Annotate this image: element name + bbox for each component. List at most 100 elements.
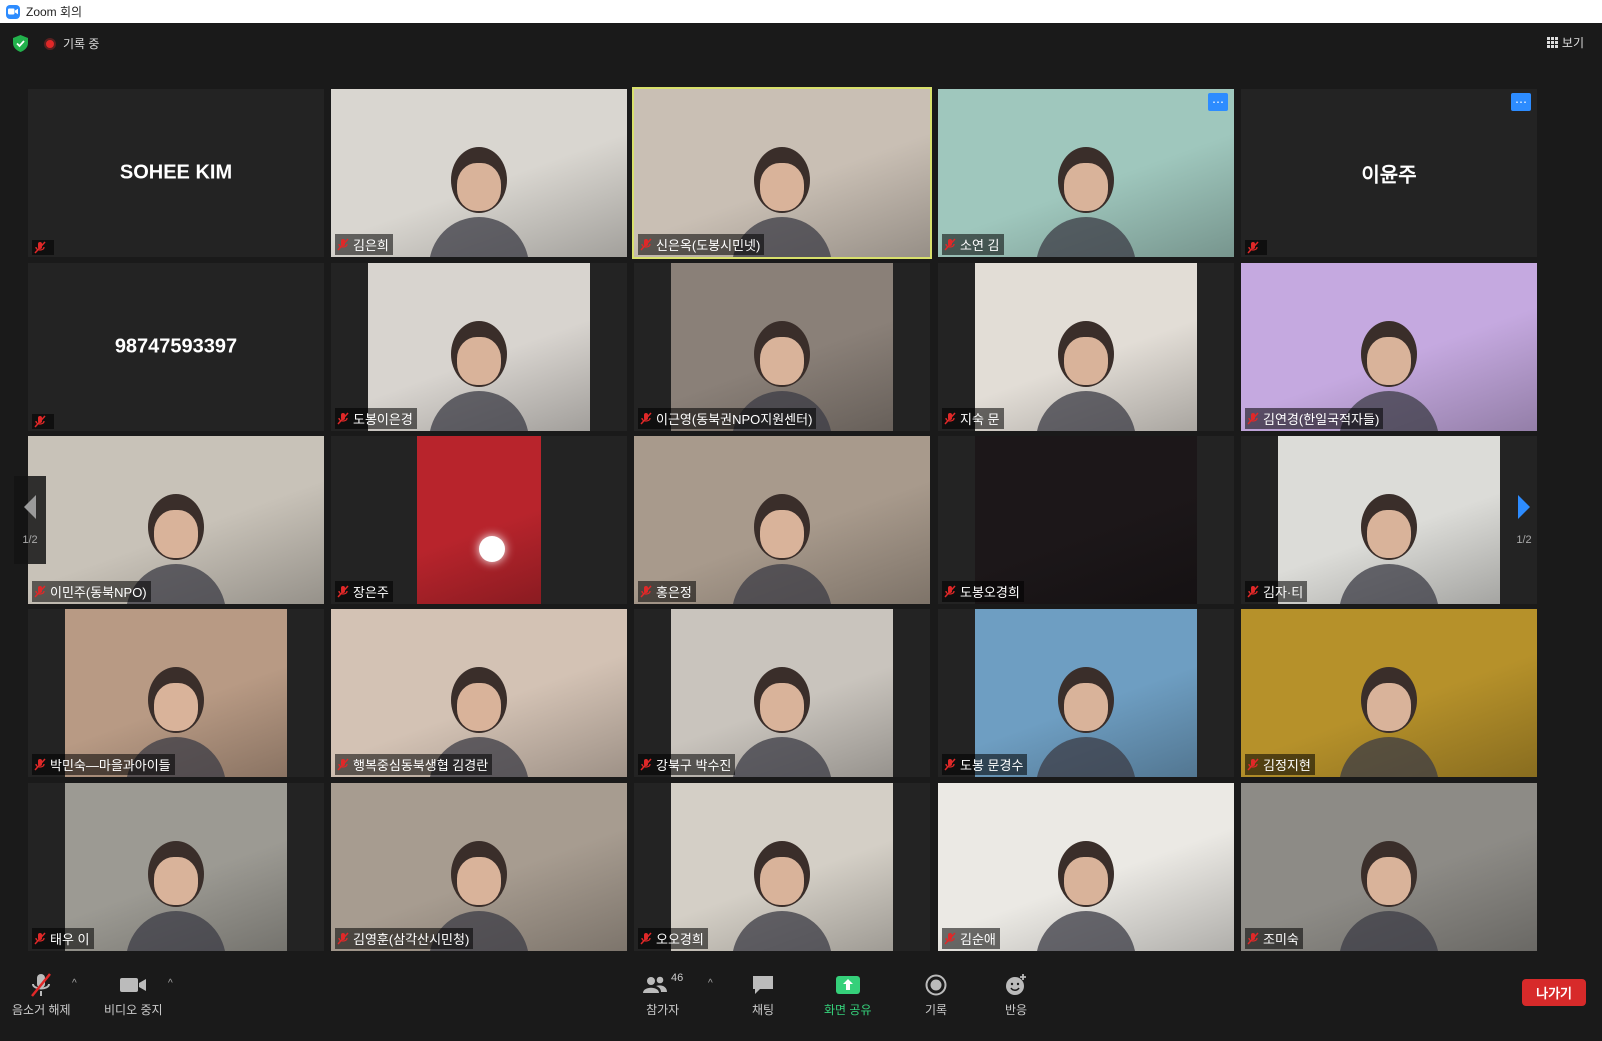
participant-name: 조미숙 (1263, 932, 1299, 947)
participant-silhouette (1334, 831, 1444, 951)
participant-name-label: 도봉오경희 (942, 581, 1024, 602)
participant-name: 행복중심동북생협 김경란 (353, 758, 489, 773)
reactions-label: 반응 (1004, 1003, 1028, 1017)
participant-tile[interactable]: 98747593397 (28, 263, 324, 431)
participant-tile[interactable]: 태우 이 (28, 783, 324, 951)
mic-muted-icon (944, 932, 956, 945)
leave-button[interactable]: 나가기 (1522, 979, 1586, 1006)
participant-name: 도봉오경희 (960, 585, 1020, 600)
participant-tile[interactable]: 행복중심동북생협 김경란 (331, 609, 627, 777)
more-options-button[interactable]: ⋯ (1208, 93, 1228, 111)
participant-tile[interactable]: 지숙 문 (938, 263, 1234, 431)
participant-name: 김연경(한일국적자들) (1263, 412, 1380, 427)
next-page-button[interactable]: 1/2 (1508, 476, 1540, 564)
mic-muted-icon (944, 412, 956, 425)
meeting-top-bar: 기록 중 보기 (0, 23, 1602, 63)
mic-muted-icon (944, 758, 956, 771)
participant-name: 김은희 (353, 238, 389, 253)
participant-name: 박민숙—마을과아이들 (50, 758, 171, 773)
participant-silhouette (727, 657, 837, 777)
participant-tile[interactable]: 조미숙 (1241, 783, 1537, 951)
participant-tile[interactable]: 오오경희 (634, 783, 930, 951)
participant-name-label: 김자·티 (1245, 581, 1308, 602)
microphone-muted-icon (29, 972, 53, 998)
participant-tile[interactable]: SOHEE KIM (28, 89, 324, 257)
participant-name-large: SOHEE KIM (119, 161, 233, 184)
participant-video (975, 436, 1197, 604)
stop-video-button[interactable]: 비디오 중지 (104, 972, 163, 1018)
participant-tile[interactable]: 도봉 문경수 (938, 609, 1234, 777)
mic-muted-icon (640, 585, 652, 598)
more-options-button[interactable]: ⋯ (1511, 93, 1531, 111)
participant-tile[interactable]: 장은주 (331, 436, 627, 604)
participant-tile[interactable]: 홍은정 (634, 436, 930, 604)
mic-muted-icon (337, 238, 349, 251)
video-options-caret-icon[interactable]: ^ (168, 978, 173, 989)
participant-tile[interactable]: ⋯ 소연 김 (938, 89, 1234, 257)
participant-name: 신은옥(도봉시민넷) (656, 238, 761, 253)
participant-name-label (32, 240, 54, 255)
participant-tile[interactable]: 강북구 박수진 (634, 609, 930, 777)
security-shield-icon[interactable] (13, 35, 28, 52)
mic-muted-icon (34, 585, 46, 598)
record-label: 기록 (925, 1003, 948, 1017)
participants-button[interactable]: 46 참가자 (642, 972, 683, 1018)
participant-silhouette (1031, 137, 1141, 257)
participant-name-label: 김정지현 (1245, 754, 1315, 775)
mic-muted-icon (1247, 932, 1259, 945)
window-title: Zoom 회의 (26, 5, 83, 19)
chat-button[interactable]: 채팅 (751, 972, 775, 1018)
participant-tile[interactable]: 신은옥(도봉시민넷) (632, 87, 932, 259)
participant-name-label: 소연 김 (942, 234, 1004, 255)
title-bar: Zoom 회의 (0, 0, 1602, 23)
participant-name-label: 김은희 (335, 234, 393, 255)
mic-muted-icon (337, 758, 349, 771)
audio-options-caret-icon[interactable]: ^ (72, 978, 77, 989)
recording-indicator[interactable]: 기록 중 (44, 35, 99, 52)
participant-name: 김순애 (960, 932, 996, 947)
prev-page-button[interactable]: 1/2 (14, 476, 46, 564)
chevron-left-icon (24, 495, 36, 519)
participant-tile[interactable]: 박민숙—마을과아이들 (28, 609, 324, 777)
participant-tile[interactable]: 도봉이은경 (331, 263, 627, 431)
participant-name: 소연 김 (960, 238, 1000, 253)
participants-options-caret-icon[interactable]: ^ (708, 978, 713, 989)
participants-count: 46 (671, 972, 684, 984)
participant-name-label: 신은옥(도봉시민넷) (638, 234, 765, 255)
participant-tile[interactable]: 김순애 (938, 783, 1234, 951)
mic-muted-icon (1247, 758, 1259, 771)
participant-silhouette (727, 831, 837, 951)
unmute-button[interactable]: 음소거 해제 (12, 972, 71, 1018)
participant-tile[interactable]: 이윤주 ⋯ (1241, 89, 1537, 257)
participant-name-label: 태우 이 (32, 928, 94, 949)
unmute-label: 음소거 해제 (12, 1003, 71, 1017)
participant-tile[interactable]: 김자·티 (1241, 436, 1537, 604)
participant-name-label: 오오경희 (638, 928, 708, 949)
reactions-button[interactable]: 반응 (1004, 972, 1028, 1018)
participant-name: 이민주(동북NPO) (50, 585, 147, 600)
participant-tile[interactable]: 이민주(동북NPO) (28, 436, 324, 604)
participant-name-label: 박민숙—마을과아이들 (32, 754, 175, 775)
participant-silhouette (121, 831, 231, 951)
mic-muted-icon (337, 412, 349, 425)
record-button[interactable]: 기록 (925, 972, 947, 1018)
participant-tile[interactable]: 김은희 (331, 89, 627, 257)
mic-muted-icon (337, 585, 349, 598)
participant-name: 김자·티 (1263, 585, 1304, 600)
mic-muted-icon (34, 932, 46, 945)
participant-tile[interactable]: 도봉오경희 (938, 436, 1234, 604)
share-screen-button[interactable]: 화면 공유 (824, 972, 872, 1018)
participant-name: 태우 이 (50, 932, 90, 947)
participants-icon (643, 976, 667, 993)
chat-label: 채팅 (751, 1003, 775, 1017)
view-button[interactable]: 보기 (1546, 34, 1584, 51)
recording-label: 기록 중 (63, 37, 100, 51)
participant-silhouette (1334, 484, 1444, 604)
page-indicator-right: 1/2 (1516, 534, 1532, 546)
participant-tile[interactable]: 김영훈(삼각산시민청) (331, 783, 627, 951)
participant-tile[interactable]: 김정지현 (1241, 609, 1537, 777)
participant-silhouette (424, 137, 534, 257)
participant-name-large: 98747593397 (114, 335, 238, 358)
participant-tile[interactable]: 이근영(동북권NPO지원센터) (634, 263, 930, 431)
participant-tile[interactable]: 김연경(한일국적자들) (1241, 263, 1537, 431)
